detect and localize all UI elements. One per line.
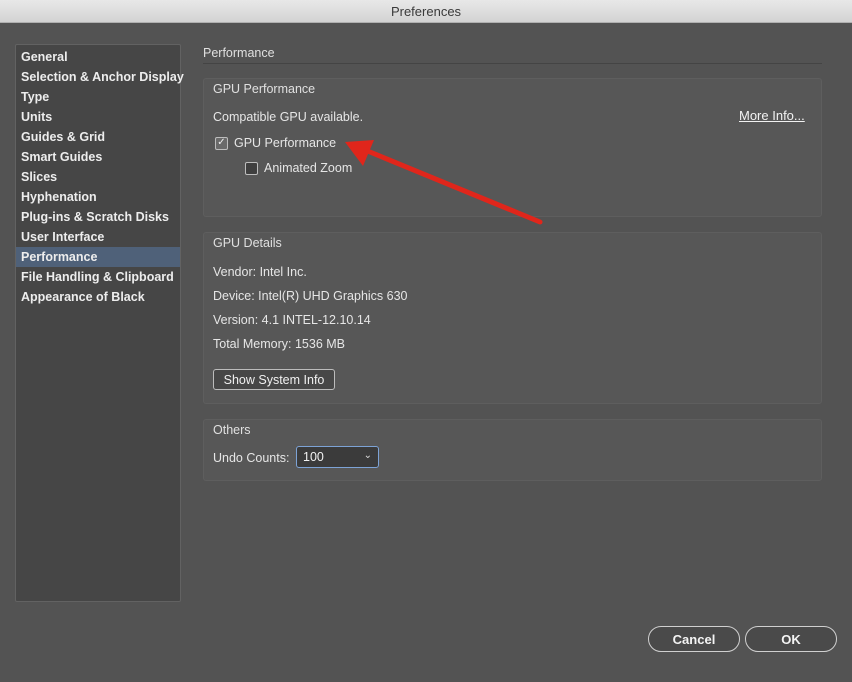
sidebar-item-file-handling-clipboard[interactable]: File Handling & Clipboard <box>16 267 180 287</box>
sidebar-item-slices[interactable]: Slices <box>16 167 180 187</box>
window-title: Preferences <box>390 3 462 19</box>
others-group-label: Others <box>213 423 251 437</box>
undo-counts-select[interactable]: 100 ⌄ <box>296 446 379 468</box>
section-title: Performance <box>203 46 275 60</box>
checkmark-icon: ✓ <box>217 137 226 148</box>
more-info-link[interactable]: More Info... <box>739 108 805 123</box>
chevron-down-icon: ⌄ <box>363 450 372 461</box>
sidebar-item-appearance-of-black[interactable]: Appearance of Black <box>16 287 180 307</box>
sidebar-item-type[interactable]: Type <box>16 87 180 107</box>
others-group: Others Undo Counts: 100 ⌄ <box>203 419 822 481</box>
sidebar-item-guides-grid[interactable]: Guides & Grid <box>16 127 180 147</box>
gpu-version-text: Version: 4.1 INTEL-12.10.14 <box>213 313 371 327</box>
preferences-sidebar: General Selection & Anchor Display Type … <box>15 44 184 602</box>
gpu-performance-checkbox-row[interactable]: ✓ GPU Performance <box>215 136 336 150</box>
gpu-device-text: Device: Intel(R) UHD Graphics 630 <box>213 289 408 303</box>
animated-zoom-checkbox-label: Animated Zoom <box>264 161 353 175</box>
window-titlebar: Preferences <box>0 0 852 23</box>
animated-zoom-checkbox-row[interactable]: Animated Zoom <box>245 161 352 175</box>
sidebar-item-general[interactable]: General <box>16 47 180 67</box>
animated-zoom-checkbox[interactable] <box>245 161 258 175</box>
sidebar-item-hyphenation[interactable]: Hyphenation <box>16 187 180 207</box>
sidebar-item-user-interface[interactable]: User Interface <box>16 227 180 247</box>
gpu-performance-group: GPU Performance Compatible GPU available… <box>203 78 822 217</box>
gpu-status-text: Compatible GPU available. <box>213 110 364 124</box>
sidebar-item-selection-anchor-display[interactable]: Selection & Anchor Display <box>16 67 184 87</box>
undo-counts-value: 100 <box>303 450 324 464</box>
ok-button[interactable]: OK <box>745 626 837 652</box>
gpu-performance-checkbox-label: GPU Performance <box>234 136 337 150</box>
gpu-details-group-label: GPU Details <box>213 236 282 250</box>
gpu-memory-text: Total Memory: 1536 MB <box>213 337 345 351</box>
sidebar-item-performance[interactable]: Performance <box>16 247 180 267</box>
section-divider <box>203 63 822 64</box>
sidebar-item-plugins-scratch-disks[interactable]: Plug-ins & Scratch Disks <box>16 207 180 227</box>
gpu-vendor-text: Vendor: Intel Inc. <box>213 265 307 279</box>
sidebar-item-smart-guides[interactable]: Smart Guides <box>16 147 180 167</box>
gpu-performance-checkbox[interactable]: ✓ <box>215 136 228 150</box>
gpu-performance-group-label: GPU Performance <box>213 82 316 96</box>
gpu-details-group: GPU Details Vendor: Intel Inc. Device: I… <box>203 232 822 404</box>
show-system-info-button[interactable]: Show System Info <box>213 369 335 390</box>
undo-counts-label: Undo Counts: <box>213 451 290 465</box>
cancel-button[interactable]: Cancel <box>648 626 740 652</box>
sidebar-item-units[interactable]: Units <box>16 107 180 127</box>
